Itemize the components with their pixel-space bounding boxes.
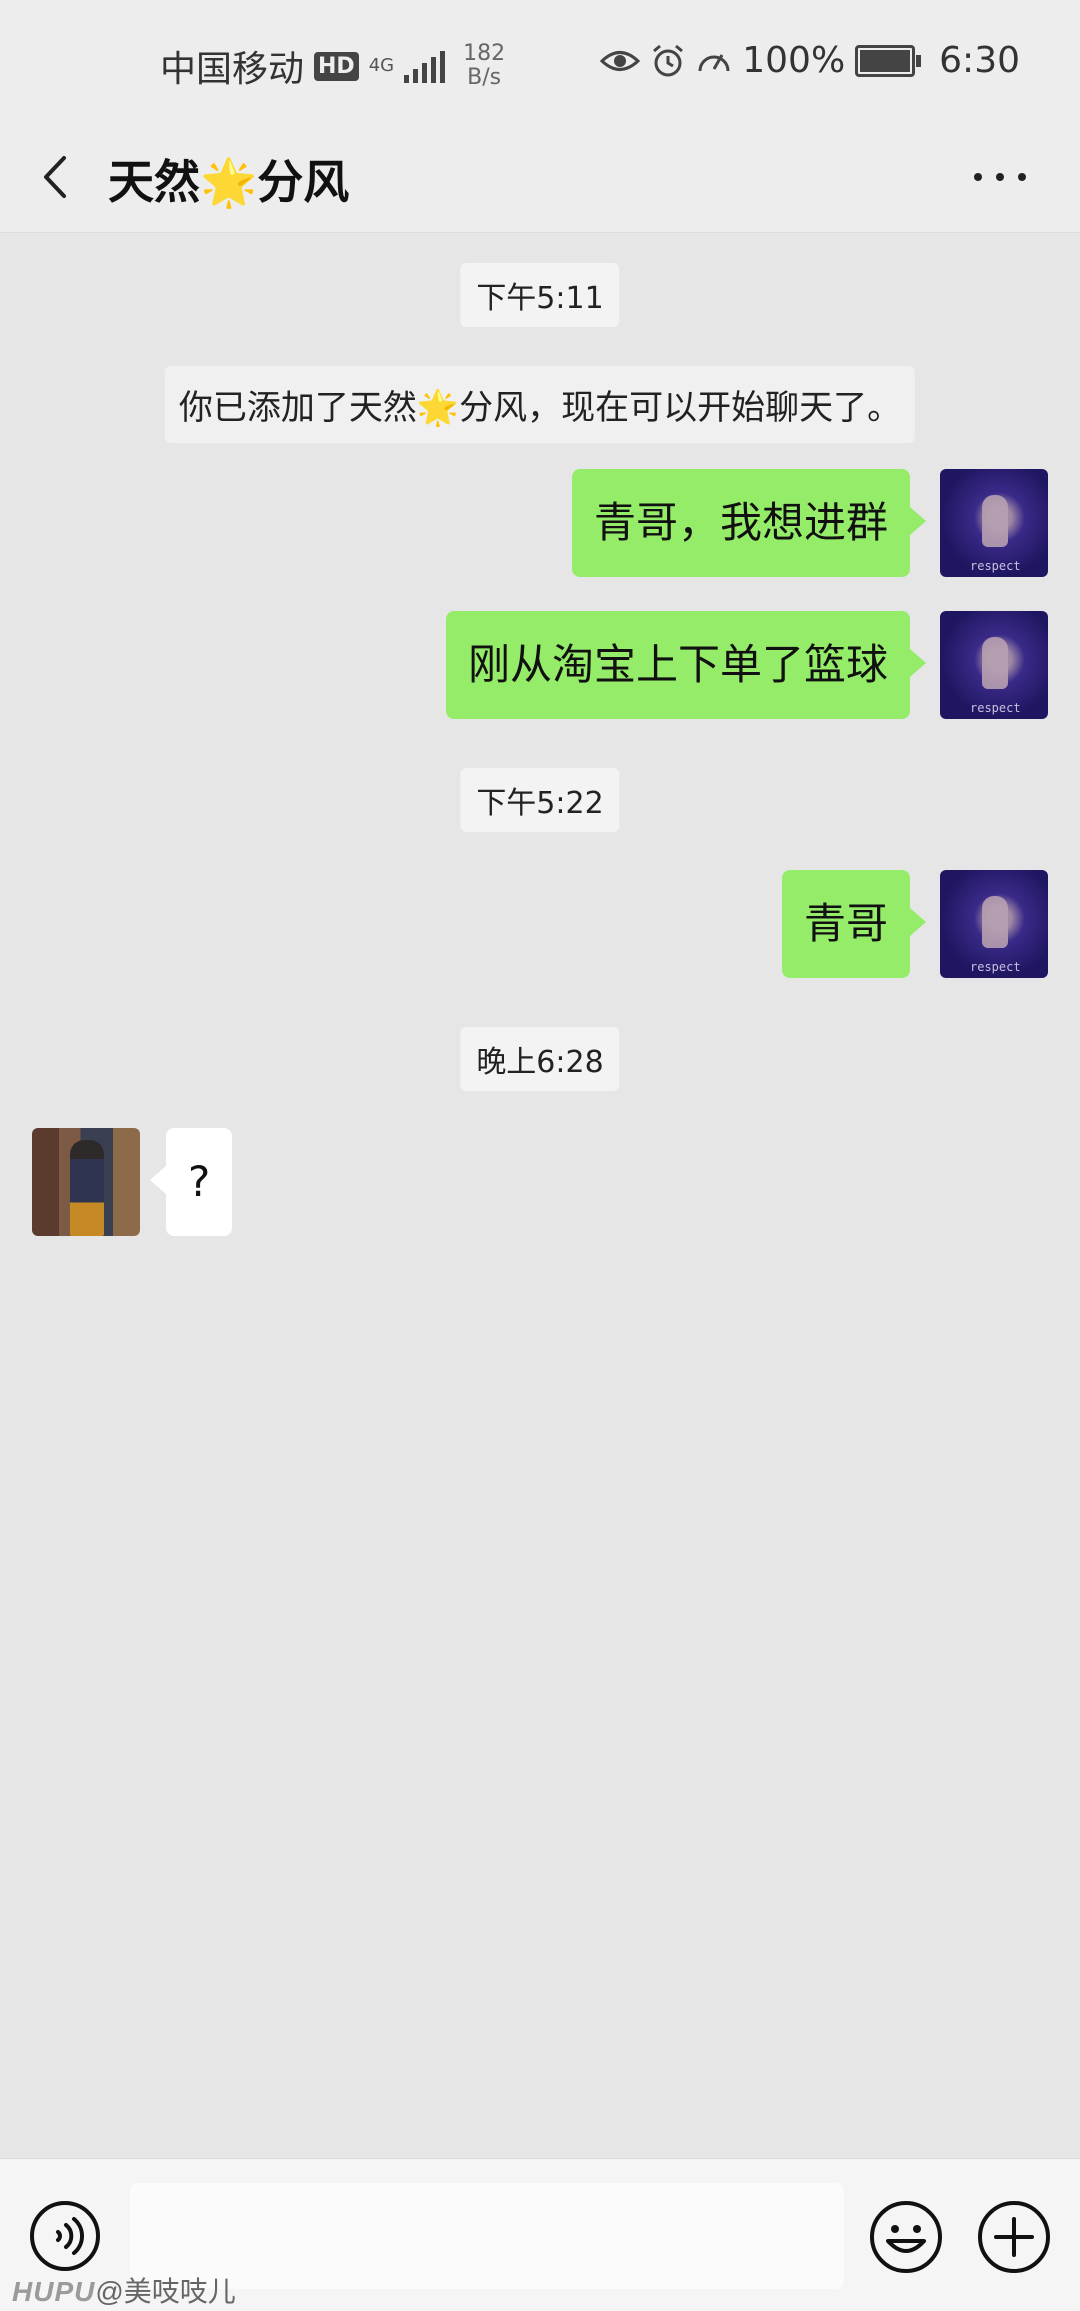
avatar-figure	[982, 495, 1008, 547]
network-type: 4G	[368, 55, 395, 76]
back-icon[interactable]	[34, 152, 84, 202]
alarm-icon	[653, 44, 684, 76]
more-functions-button[interactable]	[976, 2199, 1052, 2275]
avatar-caption: respect	[970, 559, 1021, 573]
avatar-figure	[70, 1140, 104, 1236]
eye-icon	[600, 50, 641, 71]
chat-header: 天然🌟分风	[0, 126, 1080, 233]
timestamp-label: 晚上6:28	[460, 1027, 620, 1091]
avatar-caption: respect	[970, 960, 1021, 974]
network-speed: 182 B/s	[463, 42, 505, 90]
received-message-bubble[interactable]: ?	[149, 1128, 233, 1236]
avatar-figure	[982, 896, 1008, 948]
watermark-brand: HUPU	[12, 2276, 96, 2307]
avatar-caption: respect	[970, 701, 1021, 715]
battery-percent: 100%	[742, 40, 846, 81]
chat-messages[interactable]: 下午5:11 你已添加了天然🌟分风，现在可以开始聊天了。 青哥，我想进群 res…	[0, 233, 1080, 2158]
hd-badge: HD	[314, 51, 359, 81]
watermark: HUPU@美吱吱儿	[12, 2270, 236, 2310]
chat-title: 天然🌟分风	[108, 155, 350, 209]
carrier-name: 中国移动	[160, 49, 305, 90]
status-right: 100% 6:30	[600, 40, 1020, 81]
my-avatar[interactable]: respect	[940, 469, 1048, 577]
clock: 6:30	[939, 40, 1020, 81]
contact-avatar[interactable]	[32, 1128, 140, 1236]
emoji-button[interactable]	[868, 2199, 944, 2275]
voice-input-button[interactable]	[28, 2199, 102, 2273]
status-bar: 中国移动 HD 4G 182 B/s 100% 6:30	[0, 0, 1080, 126]
avatar-figure	[982, 637, 1008, 689]
speed-unit: B/s	[467, 65, 502, 90]
sent-message-bubble[interactable]: 青哥	[781, 870, 927, 978]
watermark-handle: @美吱吱儿	[95, 2276, 236, 2307]
timestamp-label: 下午5:11	[460, 263, 620, 327]
speed-value: 182	[463, 41, 506, 66]
speedometer-icon	[698, 53, 730, 71]
signal-icon	[404, 49, 446, 83]
battery-icon	[855, 44, 922, 77]
my-avatar[interactable]: respect	[940, 870, 1048, 978]
status-left: 中国移动 HD 4G 182 B/s	[160, 40, 505, 92]
more-options-icon[interactable]	[970, 162, 1030, 192]
sent-message-bubble[interactable]: 青哥，我想进群	[571, 469, 927, 577]
timestamp-label: 下午5:22	[460, 768, 620, 832]
system-message: 你已添加了天然🌟分风，现在可以开始聊天了。	[164, 366, 916, 443]
message-input[interactable]	[130, 2183, 844, 2289]
sent-message-bubble[interactable]: 刚从淘宝上下单了篮球	[445, 611, 927, 719]
my-avatar[interactable]: respect	[940, 611, 1048, 719]
